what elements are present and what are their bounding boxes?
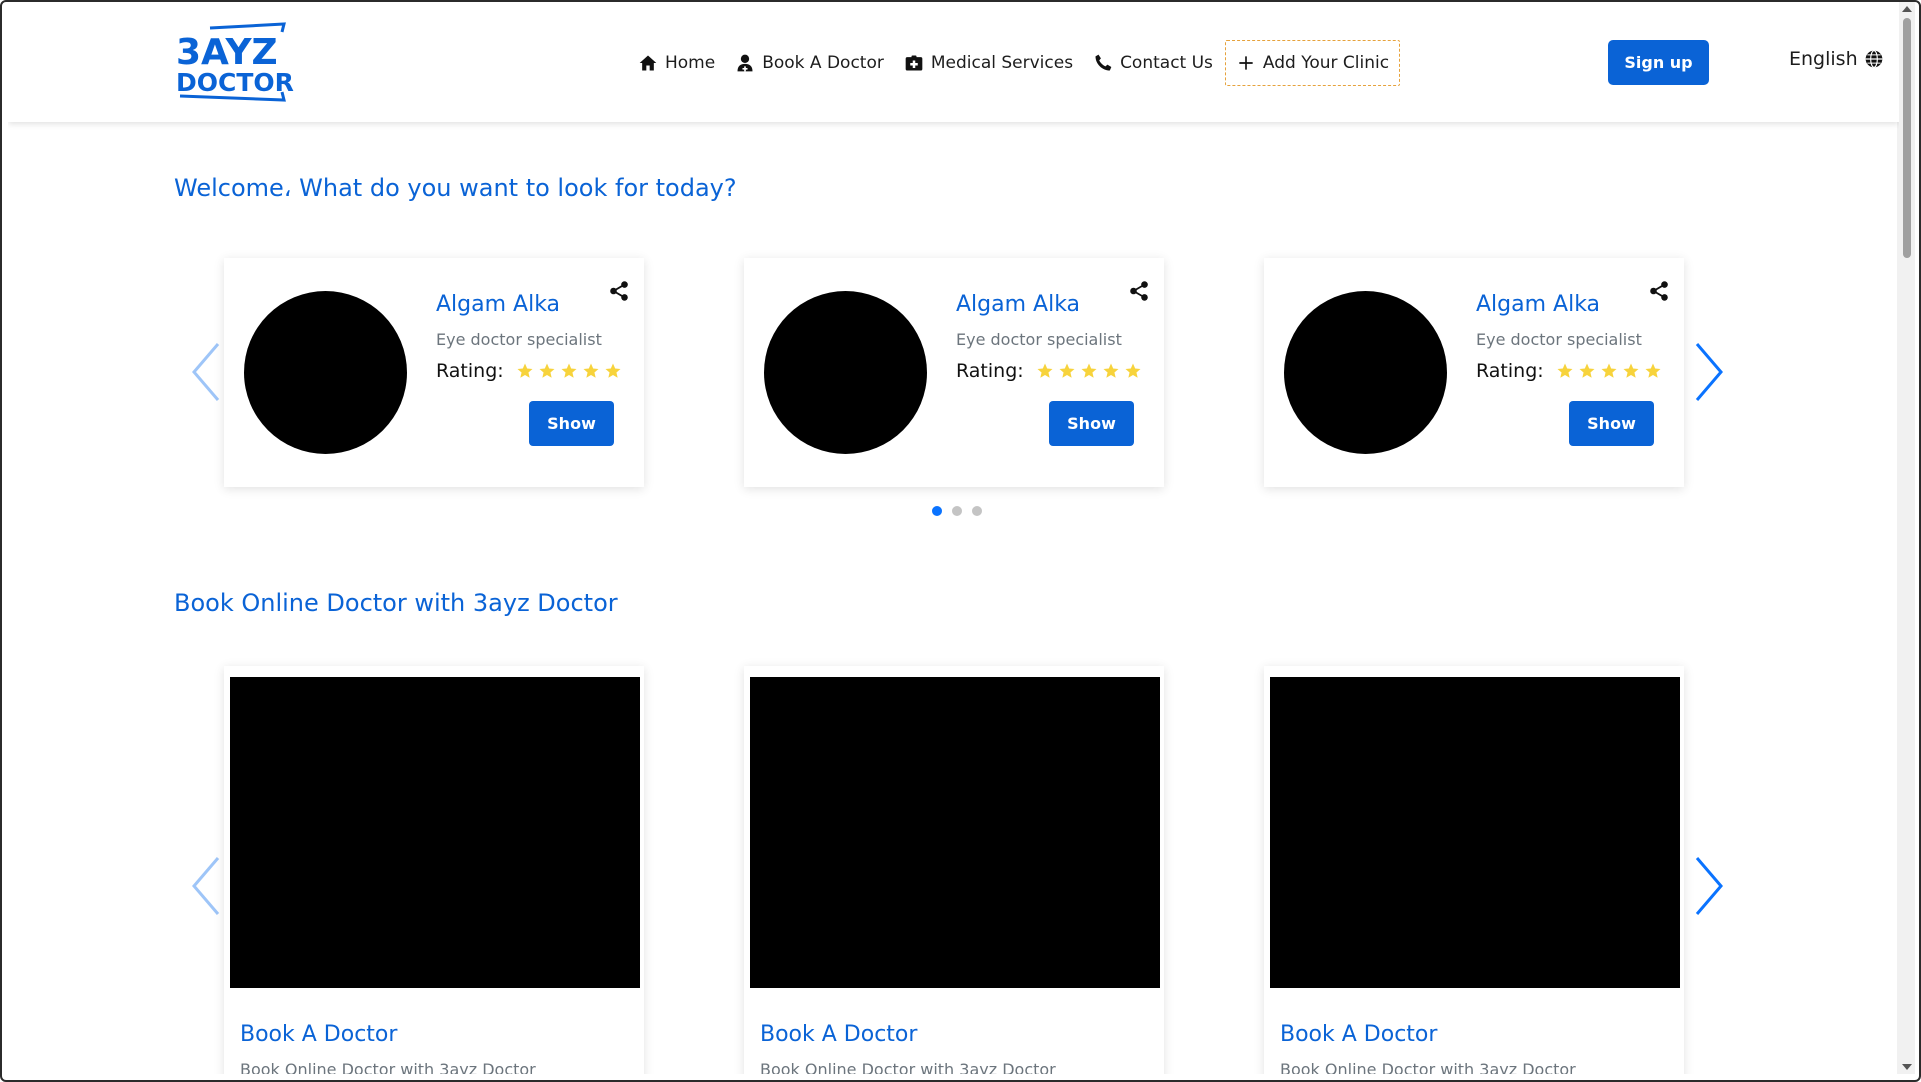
star-icon: [1081, 363, 1097, 378]
star-icon: [1645, 363, 1661, 378]
nav-add-clinic[interactable]: Add Your Clinic: [1224, 40, 1401, 86]
doctor-avatar: [764, 291, 927, 454]
service-title[interactable]: Book A Doctor: [1280, 1022, 1437, 1047]
doctor-rating: Rating:: [1476, 360, 1662, 382]
rating-stars: [1556, 362, 1662, 380]
share-icon[interactable]: [1128, 280, 1150, 302]
star-icon: [1103, 363, 1119, 378]
share-icon[interactable]: [1648, 280, 1670, 302]
show-doctor-button[interactable]: Show: [1049, 401, 1134, 446]
logo-text-top: 3AYZ: [176, 32, 278, 73]
doctor-name[interactable]: Algam Alka: [1476, 292, 1600, 317]
doctor-card: Algam Alka Eye doctor specialist Rating:…: [224, 258, 644, 487]
star-icon: [605, 363, 621, 378]
star-icon: [1579, 363, 1595, 378]
rating-stars: [1036, 362, 1142, 380]
logo-text-bottom: DOCTOR: [176, 68, 294, 97]
nav-book-doctor-label: Book A Doctor: [762, 53, 884, 73]
scrollbar-thumb[interactable]: [1903, 18, 1911, 258]
logo-graphic: 3AYZ DOCTOR: [176, 22, 294, 102]
services-prev-arrow-icon[interactable]: [188, 854, 224, 918]
star-icon: [539, 363, 555, 378]
site-logo[interactable]: 3AYZ DOCTOR: [172, 22, 296, 102]
service-description: Book Online Doctor with 3ayz Doctor: [1280, 1060, 1576, 1074]
service-description: Book Online Doctor with 3ayz Doctor: [760, 1060, 1056, 1074]
star-icon: [561, 363, 577, 378]
star-icon: [1557, 363, 1573, 378]
top-navbar: 3AYZ DOCTOR Home Book A Doctor Medical S…: [8, 2, 1899, 122]
star-icon: [1125, 363, 1141, 378]
language-label: English: [1789, 48, 1858, 70]
nav-home[interactable]: Home: [628, 40, 725, 86]
vertical-scrollbar[interactable]: [1897, 2, 1915, 1074]
doctors-next-arrow-icon[interactable]: [1691, 340, 1727, 404]
doctor-specialty: Eye doctor specialist: [1476, 330, 1642, 349]
doctor-rating: Rating:: [436, 360, 622, 382]
carousel-dots: [932, 506, 982, 516]
doctor-name[interactable]: Algam Alka: [436, 292, 560, 317]
show-doctor-button[interactable]: Show: [529, 401, 614, 446]
page-viewport: 3AYZ DOCTOR Home Book A Doctor Medical S…: [8, 2, 1899, 1074]
user-doctor-icon: [737, 54, 753, 72]
carousel-dot-2[interactable]: [952, 506, 962, 516]
nav-medical-services-label: Medical Services: [930, 53, 1074, 73]
service-image: [750, 677, 1160, 988]
service-card[interactable]: Book A Doctor Book Online Doctor with 3a…: [744, 666, 1164, 1074]
doctor-specialty: Eye doctor specialist: [956, 330, 1122, 349]
doctor-rating: Rating:: [956, 360, 1142, 382]
nav-add-clinic-label: Add Your Clinic: [1262, 53, 1390, 73]
scroll-down-arrow-icon[interactable]: [1902, 1064, 1912, 1070]
book-online-heading: Book Online Doctor with 3ayz Doctor: [174, 589, 618, 617]
scroll-up-arrow-icon[interactable]: [1902, 6, 1912, 12]
carousel-dot-1[interactable]: [932, 506, 942, 516]
doctor-name[interactable]: Algam Alka: [956, 292, 1080, 317]
star-icon: [1037, 363, 1053, 378]
carousel-dot-3[interactable]: [972, 506, 982, 516]
globe-icon: [1865, 50, 1882, 68]
nav-contact-us-label: Contact Us: [1120, 53, 1213, 73]
star-icon: [1059, 363, 1075, 378]
nav-medical-services[interactable]: Medical Services: [894, 40, 1083, 86]
star-icon: [583, 363, 599, 378]
star-icon: [517, 363, 533, 378]
doctor-specialty: Eye doctor specialist: [436, 330, 602, 349]
show-doctor-button[interactable]: Show: [1569, 401, 1654, 446]
nav-home-label: Home: [665, 53, 716, 73]
doctors-prev-arrow-icon[interactable]: [188, 340, 224, 404]
phone-icon: [1095, 54, 1112, 71]
nav-book-doctor[interactable]: Book A Doctor: [725, 40, 894, 86]
welcome-heading: Welcome، What do you want to look for to…: [174, 174, 737, 202]
signup-button[interactable]: Sign up: [1608, 40, 1709, 85]
rating-label: Rating:: [956, 360, 1024, 382]
service-card[interactable]: Book A Doctor Book Online Doctor with 3a…: [224, 666, 644, 1074]
rating-stars: [516, 362, 622, 380]
service-image: [230, 677, 640, 988]
doctor-avatar: [1284, 291, 1447, 454]
doctor-card: Algam Alka Eye doctor specialist Rating:…: [1264, 258, 1684, 487]
service-description: Book Online Doctor with 3ayz Doctor: [240, 1060, 536, 1074]
plus-icon: [1239, 56, 1253, 70]
service-image: [1270, 677, 1680, 988]
service-title[interactable]: Book A Doctor: [760, 1022, 917, 1047]
star-icon: [1623, 363, 1639, 378]
rating-label: Rating:: [1476, 360, 1544, 382]
star-icon: [1601, 363, 1617, 378]
services-next-arrow-icon[interactable]: [1691, 854, 1727, 918]
main-nav: Home Book A Doctor Medical Services Cont…: [628, 40, 1401, 86]
rating-label: Rating:: [436, 360, 504, 382]
home-icon: [639, 55, 657, 71]
service-title[interactable]: Book A Doctor: [240, 1022, 397, 1047]
share-icon[interactable]: [608, 280, 630, 302]
doctor-avatar: [244, 291, 407, 454]
browser-window: 3AYZ DOCTOR Home Book A Doctor Medical S…: [0, 0, 1921, 1082]
language-selector[interactable]: English: [1789, 48, 1884, 70]
service-card[interactable]: Book A Doctor Book Online Doctor with 3a…: [1264, 666, 1684, 1074]
doctor-card: Algam Alka Eye doctor specialist Rating:…: [744, 258, 1164, 487]
medical-kit-icon: [905, 55, 923, 71]
nav-contact-us[interactable]: Contact Us: [1083, 40, 1223, 86]
